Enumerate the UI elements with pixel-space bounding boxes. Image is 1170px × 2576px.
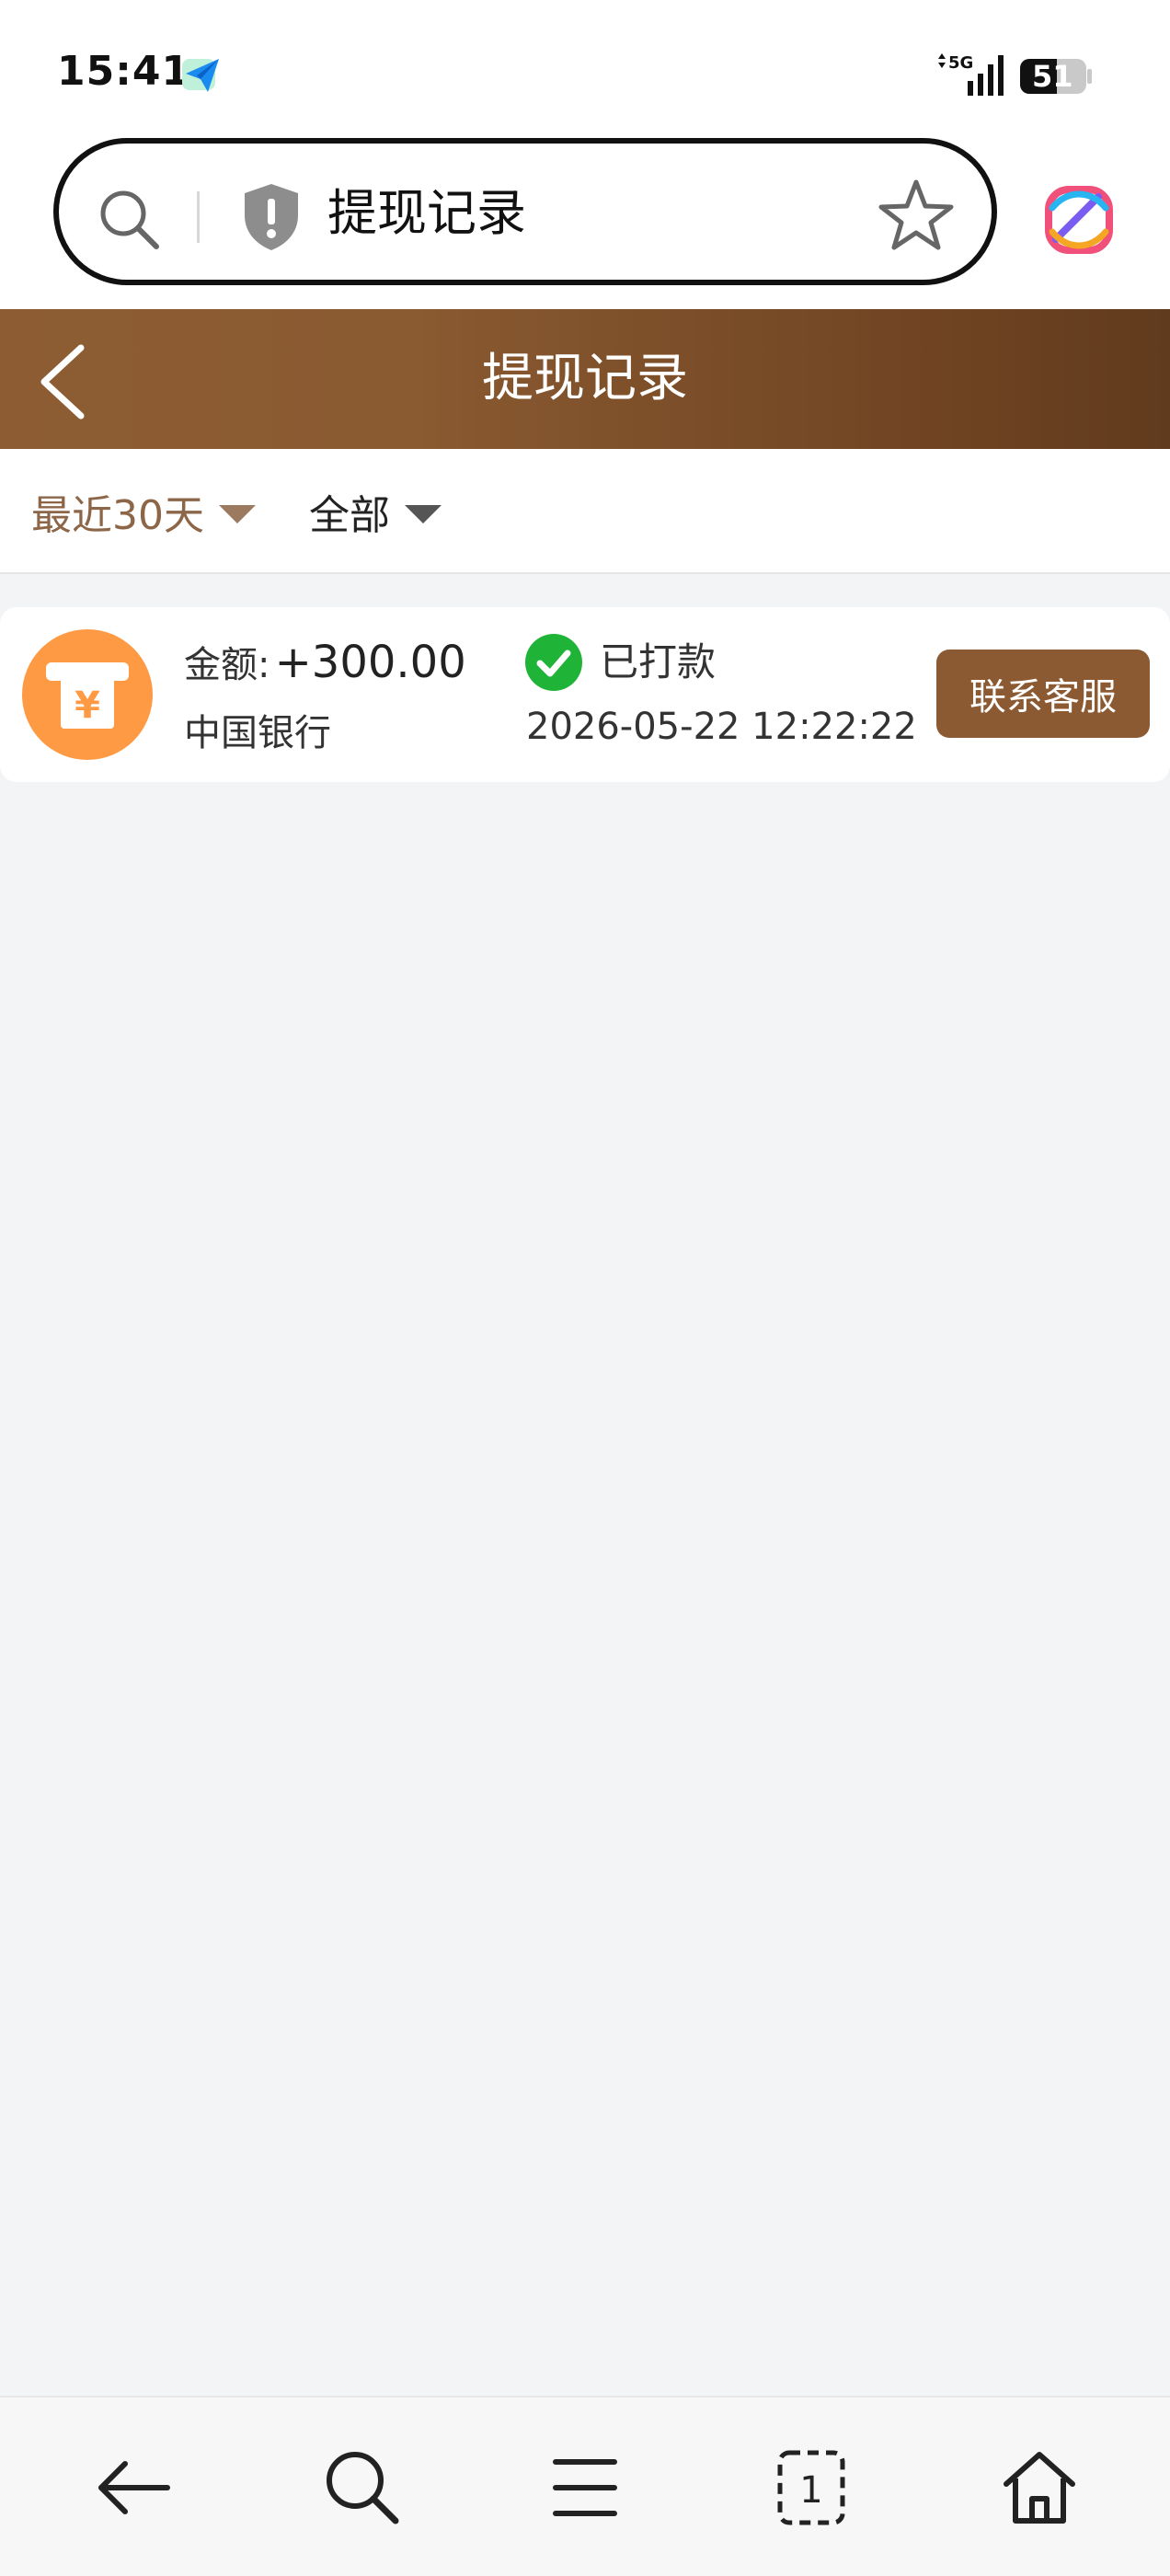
search-icon[interactable]: [94, 184, 164, 254]
record-time: 2026-05-22 12:22:22: [526, 706, 917, 748]
address-bar-text[interactable]: 提现记录: [327, 177, 526, 250]
address-bar-divider: [197, 191, 200, 243]
date-range-label: 最近30天: [31, 492, 204, 539]
filter-bar: 最近30天 全部: [0, 449, 1170, 574]
status-bar: 15:41 5G 51: [0, 0, 1170, 138]
tab-count: 1: [799, 2469, 822, 2512]
atm-yuan-icon: ¥: [22, 629, 153, 760]
back-arrow-icon[interactable]: [88, 2442, 180, 2534]
paper-plane-app-icon: [182, 59, 219, 92]
browser-logo-icon[interactable]: [1039, 180, 1118, 259]
caret-down-icon: [405, 505, 442, 523]
menu-icon[interactable]: [539, 2442, 631, 2534]
withdrawal-record: ¥ 金额: +300.00 中国银行 已打款 2026-05-22 12:22:…: [0, 607, 1170, 782]
tabs-icon[interactable]: 1: [765, 2442, 857, 2534]
payment-status: 已打款: [600, 639, 717, 684]
battery-level: 51: [1032, 59, 1073, 94]
home-icon[interactable]: [993, 2442, 1085, 2534]
battery-icon: 51: [1019, 57, 1093, 96]
status-filter-label: 全部: [309, 492, 390, 539]
signal-icon: 5G: [938, 53, 1004, 96]
address-bar[interactable]: 提现记录: [53, 138, 997, 285]
browser-toolbar: 提现记录: [0, 138, 1170, 309]
caret-down-icon: [219, 505, 256, 523]
browser-bottom-nav: 1: [0, 2396, 1170, 2576]
amount-value: +300.00: [274, 637, 466, 688]
date-range-filter[interactable]: 最近30天: [31, 482, 256, 541]
amount-line: 金额: +300.00: [184, 635, 466, 688]
page-header: 提现记录: [0, 309, 1170, 449]
status-time: 15:41: [57, 48, 191, 95]
shield-warning-icon[interactable]: [239, 180, 304, 254]
page-title: 提现记录: [482, 349, 688, 408]
network-type-label: 5G: [948, 53, 973, 73]
status-filter[interactable]: 全部: [309, 482, 442, 541]
bank-name: 中国银行: [184, 712, 331, 754]
contact-support-button[interactable]: 联系客服: [936, 650, 1150, 738]
search-icon[interactable]: [316, 2442, 408, 2534]
star-icon[interactable]: [878, 177, 955, 254]
svg-text:¥: ¥: [75, 684, 100, 727]
amount-label: 金额:: [184, 644, 270, 686]
check-circle-icon: [525, 634, 582, 691]
